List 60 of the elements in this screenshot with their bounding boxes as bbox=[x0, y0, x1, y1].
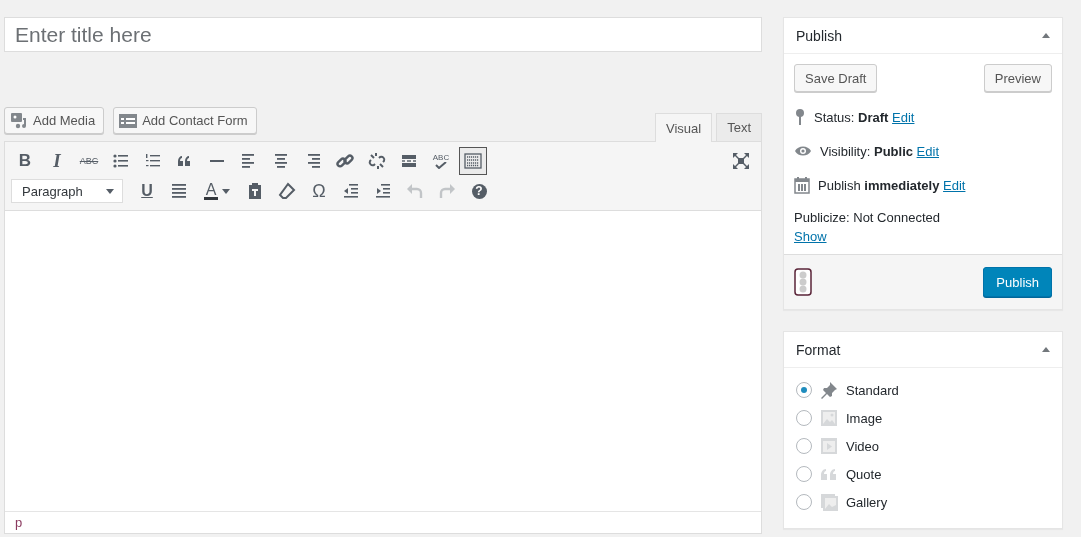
indent-icon bbox=[373, 181, 393, 201]
editor-tab[interactable]: Visual bbox=[654, 113, 713, 142]
element-path[interactable]: p bbox=[15, 515, 23, 530]
broken-link-icon bbox=[367, 151, 387, 171]
calendar-icon bbox=[794, 176, 810, 194]
meta-text: Status: Draft Edit bbox=[814, 109, 915, 125]
title-field[interactable]: Enter title here bbox=[4, 17, 762, 52]
publicize-text: Publicize: Not Connected bbox=[794, 210, 940, 225]
meta-text: Visibility: Public Edit bbox=[820, 143, 939, 159]
show-link[interactable]: Show bbox=[794, 229, 827, 244]
radio-button[interactable] bbox=[796, 438, 812, 454]
italic-button[interactable]: I bbox=[43, 147, 71, 175]
eraser-icon bbox=[277, 181, 297, 201]
radio-button[interactable] bbox=[796, 494, 812, 510]
edit-link[interactable]: Edit bbox=[892, 109, 915, 125]
preview-button[interactable]: Preview bbox=[983, 64, 1052, 92]
video-icon bbox=[820, 437, 838, 455]
format-label: Gallery bbox=[846, 494, 888, 510]
panel-title: Publish bbox=[796, 27, 842, 44]
format-label: Quote bbox=[846, 466, 882, 482]
link-icon bbox=[335, 151, 355, 171]
keyboard-icon bbox=[463, 151, 483, 171]
help-button[interactable]: ? bbox=[465, 177, 493, 205]
publish-button[interactable]: Publish bbox=[983, 267, 1052, 297]
radio-button[interactable] bbox=[796, 466, 812, 482]
editor-tab[interactable]: Text bbox=[716, 113, 762, 141]
format-label: Image bbox=[846, 410, 883, 426]
traffic-light-icon[interactable] bbox=[794, 268, 812, 296]
pin-icon bbox=[794, 108, 806, 126]
save-draft-button[interactable]: Save Draft bbox=[794, 64, 878, 92]
gallery-icon bbox=[820, 493, 838, 511]
outdent-icon bbox=[341, 181, 361, 201]
format-label: Video bbox=[846, 438, 879, 454]
meta-text: Publish immediately Edit bbox=[818, 177, 966, 193]
underline-button[interactable]: U bbox=[133, 177, 161, 205]
edit-link[interactable]: Edit bbox=[916, 143, 939, 159]
justify-icon bbox=[169, 181, 189, 201]
fullscreen-icon bbox=[731, 151, 751, 171]
format-label: Standard bbox=[846, 382, 899, 398]
image-icon bbox=[820, 409, 838, 427]
paragraph-dropdown[interactable]: Paragraph bbox=[11, 179, 123, 203]
radio-button[interactable] bbox=[796, 382, 812, 398]
eye-icon bbox=[794, 145, 812, 157]
add-media-button[interactable]: Add Media bbox=[4, 107, 105, 134]
special-character-button[interactable]: Ω bbox=[305, 177, 333, 205]
add-form-button[interactable]: Add Contact Form bbox=[113, 107, 257, 134]
edit-link[interactable]: Edit bbox=[943, 177, 966, 193]
bold-button[interactable]: B bbox=[11, 147, 39, 175]
strikethrough-button[interactable]: ABC bbox=[75, 147, 103, 175]
spellcheck-tick-icon bbox=[435, 162, 447, 169]
radio-button[interactable] bbox=[796, 410, 812, 426]
media-icon bbox=[10, 111, 28, 130]
panel-title: Format bbox=[796, 341, 841, 358]
redo-arrow-icon bbox=[437, 181, 457, 201]
horizontal-line-icon bbox=[210, 160, 224, 162]
spellcheck-button[interactable]: ABC bbox=[427, 147, 455, 175]
pushpin-icon bbox=[820, 381, 838, 399]
toolbar-toggle-button[interactable] bbox=[459, 147, 487, 175]
form-icon bbox=[119, 113, 138, 128]
text-color-button[interactable]: A bbox=[197, 177, 237, 205]
